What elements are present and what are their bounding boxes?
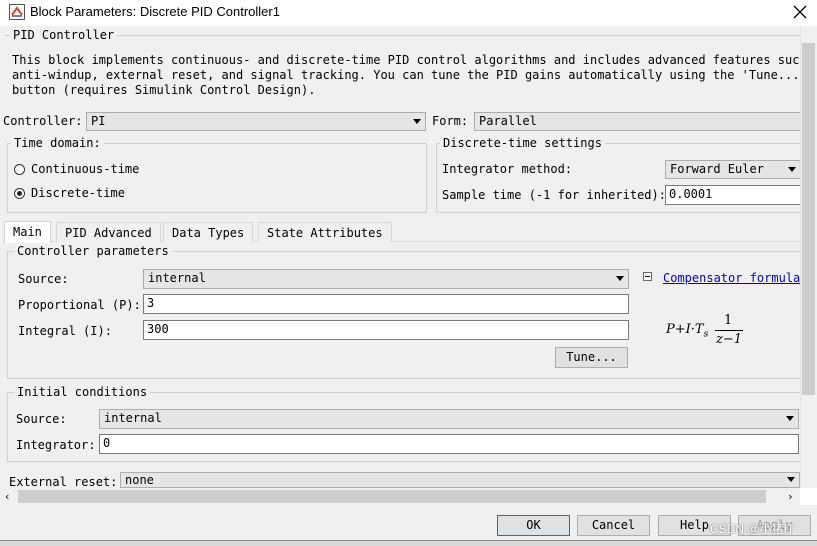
formula-subscript: s bbox=[703, 329, 709, 340]
external-reset-label: External reset: bbox=[9, 475, 118, 489]
form-dropdown[interactable]: Parallel bbox=[474, 112, 800, 131]
proportional-input[interactable]: 3 bbox=[143, 294, 629, 314]
integrator-method-label: Integrator method: bbox=[442, 162, 573, 176]
discrete-time-radio[interactable] bbox=[14, 188, 25, 199]
params-source-label: Source: bbox=[18, 272, 69, 286]
initial-source-dropdown[interactable]: internal bbox=[99, 409, 799, 429]
form-value: Parallel bbox=[479, 114, 537, 128]
external-reset-dropdown[interactable]: none bbox=[120, 472, 800, 488]
close-icon[interactable] bbox=[793, 5, 807, 19]
background-strip bbox=[0, 540, 817, 546]
tab-main[interactable]: Main bbox=[4, 221, 51, 243]
controller-label: Controller: bbox=[3, 114, 83, 128]
sample-time-label: Sample time (-1 for inherited): bbox=[442, 188, 666, 202]
dropdown-arrow-icon bbox=[413, 119, 421, 124]
formula-denominator: z−1 bbox=[716, 332, 743, 347]
description-line-3: button (requires Simulink Control Design… bbox=[12, 83, 316, 97]
continuous-time-radio[interactable] bbox=[14, 164, 25, 175]
formula-prefix: P+I·T bbox=[666, 322, 704, 337]
dropdown-arrow-icon bbox=[787, 477, 795, 482]
controller-value: PI bbox=[91, 114, 106, 128]
formula-numerator: 1 bbox=[724, 313, 733, 328]
collapse-icon[interactable] bbox=[643, 272, 652, 281]
integrator-ic-label: Integrator: bbox=[16, 438, 96, 452]
compensator-formula-link[interactable]: Compensator formula bbox=[663, 271, 800, 285]
initial-source-value: internal bbox=[104, 411, 162, 425]
tab-pid-advanced[interactable]: PID Advanced bbox=[56, 222, 161, 243]
ok-button[interactable]: OK bbox=[497, 515, 570, 536]
cancel-button[interactable]: Cancel bbox=[577, 515, 650, 536]
tab-state-attributes[interactable]: State Attributes bbox=[258, 222, 392, 243]
integrator-method-value: Forward Euler bbox=[670, 162, 764, 176]
vertical-scrollbar-thumb[interactable] bbox=[802, 43, 815, 395]
sample-time-input[interactable]: 0.0001 bbox=[665, 185, 800, 205]
app-icon bbox=[9, 4, 25, 20]
tab-data-types[interactable]: Data Types bbox=[163, 222, 254, 243]
controller-parameters-title: Controller parameters bbox=[14, 244, 172, 258]
window-title: Block Parameters: Discrete PID Controlle… bbox=[30, 4, 280, 19]
external-reset-value: none bbox=[125, 473, 154, 487]
integral-input[interactable]: 300 bbox=[143, 320, 629, 340]
pid-controller-group-title: PID Controller bbox=[10, 28, 118, 42]
discrete-settings-title: Discrete-time settings bbox=[440, 136, 605, 150]
initial-source-label: Source: bbox=[16, 412, 67, 426]
time-domain-title: Time domain: bbox=[11, 136, 104, 150]
dropdown-arrow-icon bbox=[788, 167, 796, 172]
scroll-right-icon[interactable]: › bbox=[787, 491, 794, 502]
form-label: Form: bbox=[432, 114, 469, 128]
watermark: CSDN @小猪IT bbox=[710, 522, 795, 536]
description-line-2: anti-windup, external reset, and signal … bbox=[12, 68, 807, 82]
dropdown-arrow-icon bbox=[616, 276, 624, 281]
tune-button[interactable]: Tune... bbox=[555, 347, 628, 368]
scroll-left-icon[interactable]: ‹ bbox=[4, 491, 11, 502]
title-bar: Block Parameters: Discrete PID Controlle… bbox=[0, 0, 817, 26]
time-domain-group bbox=[7, 143, 427, 213]
params-source-dropdown[interactable]: internal bbox=[143, 269, 629, 289]
horizontal-scrollbar-thumb[interactable] bbox=[18, 490, 766, 503]
compensator-formula: P+I·Ts 1 z−1 bbox=[666, 313, 756, 353]
integrator-method-dropdown[interactable]: Forward Euler bbox=[665, 160, 800, 179]
integrator-ic-input[interactable]: 0 bbox=[99, 434, 799, 454]
dropdown-arrow-icon bbox=[786, 416, 794, 421]
initial-conditions-title: Initial conditions bbox=[14, 385, 151, 399]
proportional-label: Proportional (P): bbox=[18, 298, 141, 312]
controller-dropdown[interactable]: PI bbox=[86, 112, 426, 131]
description-line-1: This block implements continuous- and di… bbox=[12, 53, 817, 67]
integral-label: Integral (I): bbox=[18, 324, 112, 338]
continuous-time-label[interactable]: Continuous-time bbox=[31, 162, 139, 176]
discrete-time-label[interactable]: Discrete-time bbox=[31, 186, 125, 200]
params-source-value: internal bbox=[148, 271, 206, 285]
formula-fraction-bar bbox=[715, 330, 743, 331]
